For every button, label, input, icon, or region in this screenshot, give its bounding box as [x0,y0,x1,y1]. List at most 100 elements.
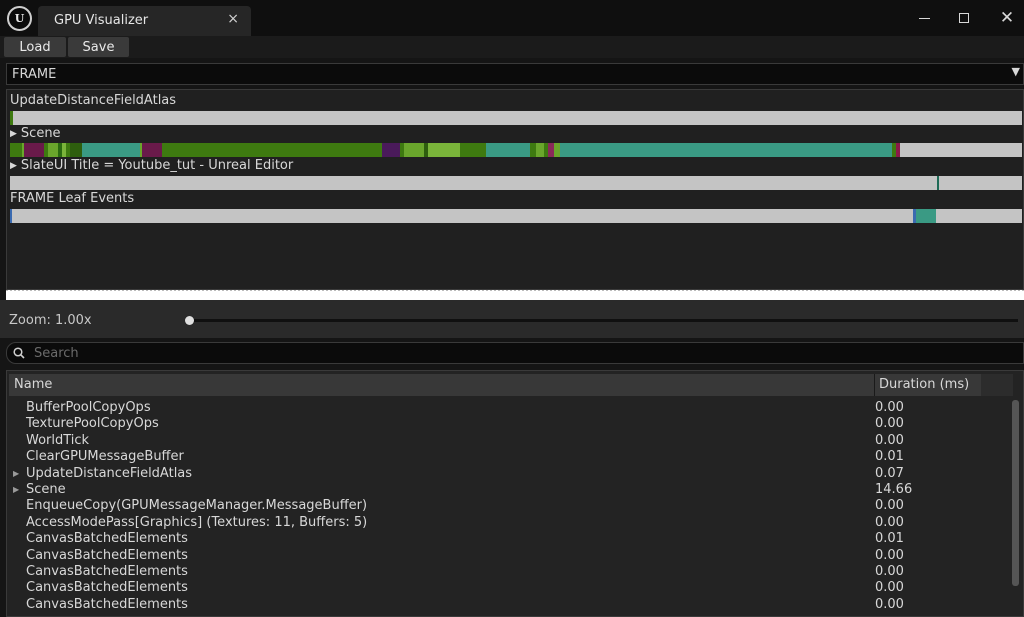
expand-triangle-icon[interactable]: ▶ [13,485,19,494]
row-name: CanvasBatchedElements [26,580,188,596]
frame-dropdown-value: FRAME [12,67,57,82]
header-spacer [981,374,1013,396]
event-segment[interactable] [142,143,162,157]
row-duration: 0.01 [875,531,904,547]
row-duration: 0.00 [875,498,904,514]
table-row[interactable]: ClearGPUMessageBuffer 0.01 [7,449,1007,465]
row-name: CanvasBatchedElements [26,596,188,612]
expand-triangle-icon[interactable]: ▶ [10,129,17,139]
search-box[interactable] [6,342,1024,364]
table-row[interactable]: CanvasBatchedElements 0.00 [7,580,1007,596]
table-header: Name Duration (ms) [9,374,1013,396]
row-name: CanvasBatchedElements [26,547,188,563]
table-row[interactable]: AccessModePass[Graphics] (Textures: 11, … [7,515,1007,531]
track-bar-slateui[interactable] [10,176,1022,190]
table-row[interactable]: EnqueueCopy(GPUMessageManager.MessageBuf… [7,498,1007,514]
track-bar-scene[interactable] [10,143,1022,157]
track-label-update-distance-field-atlas: UpdateDistanceFieldAtlas [10,93,177,108]
track-bar-frame-leaf-events[interactable] [10,209,1022,223]
event-segment[interactable] [70,143,82,157]
row-duration: 0.00 [875,400,904,415]
table-row[interactable]: CanvasBatchedElements 0.00 [7,564,1007,580]
event-segment[interactable] [24,143,44,157]
row-duration: 0.01 [875,449,904,465]
event-segment[interactable] [82,143,140,157]
row-name: CanvasBatchedElements [26,564,188,579]
timeline-ruler [6,290,1024,300]
track-label-scene[interactable]: ▶ Scene [10,126,61,141]
event-segment[interactable] [937,176,939,190]
zoom-bar: Zoom: 1.00x [0,300,1024,338]
table-row[interactable]: ▶ Scene 14.66 [7,482,1007,498]
row-duration: 0.00 [875,514,904,530]
table-row[interactable]: CanvasBatchedElements 0.01 [7,531,1007,547]
save-button[interactable]: Save [68,37,129,57]
table-row[interactable]: WorldTick 0.00 [7,433,1007,449]
chevron-down-icon: ▼ [1011,65,1020,78]
row-name: CanvasBatchedElements [26,531,188,547]
events-table: Name Duration (ms) BufferPoolCopyOps 0.00… [6,370,1024,617]
event-segment[interactable] [10,209,12,223]
row-duration: 0.00 [875,564,904,579]
search-input[interactable] [34,345,994,361]
window-minimize-icon [918,17,930,19]
title-bar: U GPU Visualizer × ✕ [0,0,1024,36]
gpu-timeline-view[interactable]: UpdateDistanceFieldAtlas ▶ Scene ▶ SlateUI… [6,89,1024,290]
event-segment[interactable] [460,143,486,157]
row-name: UpdateDistanceFieldAtlas [26,465,193,481]
track-label-frame-leaf-events: FRAME Leaf Events [10,191,135,206]
event-segment[interactable] [10,111,13,125]
load-button[interactable]: Load [4,37,66,57]
frame-dropdown[interactable]: FRAME ▼ [6,63,1024,85]
unreal-logo-icon: U [7,6,32,31]
table-row[interactable]: CanvasBatchedElements 0.00 [7,548,1007,564]
table-row[interactable]: TexturePoolCopyOps 0.00 [7,416,1007,432]
event-segment[interactable] [382,143,400,157]
zoom-slider-handle[interactable] [185,316,194,325]
table-row[interactable]: BufferPoolCopyOps 0.00 [7,400,1007,416]
window-maximize-icon [959,13,969,23]
row-duration: 0.07 [875,465,904,481]
event-segment[interactable] [428,143,460,157]
track-label-slateui[interactable]: ▶ SlateUI Title = Youtube_tut - Unreal Ed… [10,158,293,173]
event-segment[interactable] [560,143,892,157]
row-name: AccessModePass[Graphics] (Textures: 11, … [26,514,368,530]
zoom-label: Zoom: 1.00x [9,313,92,328]
column-divider[interactable] [874,374,875,396]
expand-triangle-icon[interactable]: ▶ [13,469,19,478]
track-bar-update-distance-field-atlas[interactable] [10,111,1022,125]
column-header-duration[interactable]: Duration (ms) [879,377,969,392]
row-name: Scene [26,482,66,497]
zoom-slider-track[interactable] [190,319,1018,322]
table-row[interactable]: ▶ UpdateDistanceFieldAtlas 0.07 [7,466,1007,482]
minimize-button[interactable] [910,6,938,30]
event-segment[interactable] [536,143,544,157]
column-header-name[interactable]: Name [14,377,52,392]
row-duration: 0.00 [875,432,904,448]
event-segment[interactable] [486,143,530,157]
vertical-scrollbar[interactable] [1012,400,1019,586]
row-name: WorldTick [26,432,90,448]
close-button[interactable]: ✕ [993,6,1021,30]
toolbar: Load Save [0,36,1024,58]
search-icon [13,347,25,359]
event-segment[interactable] [48,143,58,157]
tab-title: GPU Visualizer [54,13,149,28]
row-duration: 0.00 [875,580,904,596]
row-duration: 0.00 [875,416,904,432]
event-segment[interactable] [404,143,424,157]
expand-triangle-icon[interactable]: ▶ [10,161,17,171]
table-row[interactable]: CanvasBatchedElements 0.00 [7,597,1007,613]
row-duration: 0.00 [875,596,904,612]
maximize-button[interactable] [950,6,978,30]
window-close-icon: ✕ [999,8,1015,28]
event-segment[interactable] [916,209,936,223]
tab-close-icon[interactable]: × [227,11,239,27]
row-name: ClearGPUMessageBuffer [26,449,184,465]
event-segment[interactable] [896,143,900,157]
event-segment[interactable] [162,143,382,157]
tab-gpu-visualizer[interactable]: GPU Visualizer × [38,6,251,36]
row-duration: 14.66 [875,482,913,497]
event-segment[interactable] [10,143,22,157]
row-duration: 0.00 [875,547,904,563]
